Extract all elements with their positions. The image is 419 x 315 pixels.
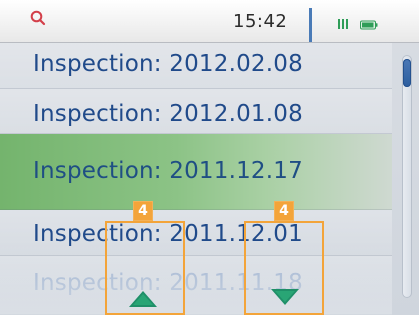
status-bar: 15:42	[0, 0, 419, 43]
inspection-list-item[interactable]: Inspection: 2011.12.01	[0, 210, 392, 256]
signal-bars-icon	[338, 19, 348, 29]
search-icon[interactable]	[30, 10, 46, 26]
scroll-thumb[interactable]	[403, 59, 411, 87]
status-divider	[309, 8, 312, 42]
vertical-scrollbar[interactable]	[392, 43, 419, 315]
inspection-label: Inspection: 2012.01.08	[33, 101, 303, 127]
scroll-up-count-badge: 4	[133, 201, 153, 221]
up-arrow-icon[interactable]	[126, 289, 160, 309]
inspection-list-item-selected[interactable]: Inspection: 2011.12.17	[0, 134, 392, 210]
inspection-screen: 15:42 Inspection: 2012.02.08 Inspection:…	[0, 0, 419, 315]
inspection-list-item[interactable]: Inspection: 2012.01.08	[0, 89, 392, 134]
inspection-list: Inspection: 2012.02.08 Inspection: 2012.…	[0, 43, 392, 315]
scroll-down-count-badge: 4	[274, 201, 294, 221]
scroll-track	[402, 55, 412, 298]
inspection-list-item[interactable]: Inspection: 2011.11.18	[0, 256, 392, 315]
status-time: 15:42	[233, 11, 288, 32]
inspection-label: Inspection: 2011.12.17	[33, 158, 303, 184]
inspection-label: Inspection: 2012.02.08	[33, 51, 303, 77]
inspection-list-item[interactable]: Inspection: 2012.02.08	[0, 43, 392, 89]
battery-icon	[360, 20, 378, 30]
down-arrow-icon[interactable]	[268, 287, 302, 307]
